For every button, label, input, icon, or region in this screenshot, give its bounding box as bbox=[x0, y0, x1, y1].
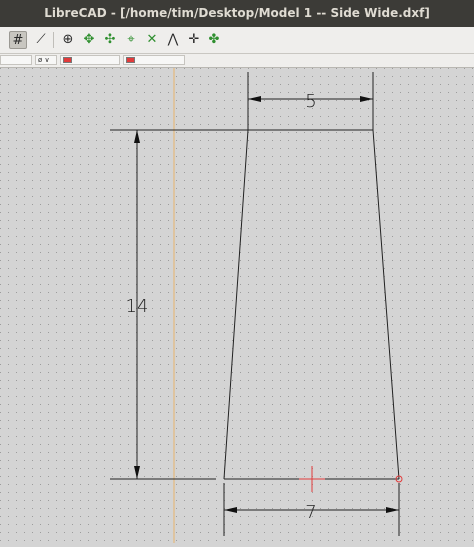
snap-free-icon[interactable]: ⟋ bbox=[32, 31, 50, 49]
snap-grid-icon[interactable]: ⊕ bbox=[59, 31, 77, 49]
line-width-select[interactable]: ø ∨ bbox=[35, 55, 57, 65]
layer-field[interactable] bbox=[0, 55, 32, 65]
grid-toggle-icon[interactable]: # bbox=[9, 31, 27, 49]
height-dimension-label[interactable]: 14 bbox=[126, 296, 149, 317]
color-swatch-icon bbox=[63, 57, 72, 63]
color-select-2[interactable] bbox=[123, 55, 185, 65]
snap-on-entity-icon[interactable]: ✣ bbox=[101, 31, 119, 49]
color-select-1[interactable] bbox=[60, 55, 120, 65]
snap-middle-icon[interactable]: ✕ bbox=[143, 31, 161, 49]
snap-center-icon[interactable]: ⌖ bbox=[122, 31, 140, 49]
snap-toolbar: # ⟋ ⊕ ✥ ✣ ⌖ ✕ ⋀ ✛ ✤ bbox=[0, 27, 474, 54]
restrict-icon[interactable]: ✤ bbox=[205, 31, 223, 49]
bottom-dimension-label[interactable]: 7 bbox=[305, 502, 316, 523]
drawing-canvas[interactable]: 5 14 7 bbox=[0, 68, 474, 543]
snap-intersection-icon[interactable]: ✛ bbox=[185, 31, 203, 49]
snap-distance-icon[interactable]: ⋀ bbox=[164, 31, 182, 49]
color-swatch-icon bbox=[126, 57, 135, 63]
toolbar-separator bbox=[53, 32, 54, 48]
window-title: LibreCAD - [/home/tim/Desktop/Model 1 --… bbox=[0, 0, 474, 27]
pen-toolbar: ø ∨ bbox=[0, 54, 474, 68]
snap-endpoint-icon[interactable]: ✥ bbox=[80, 31, 98, 49]
grid-dots bbox=[0, 68, 474, 543]
drawing-svg: 5 14 7 bbox=[0, 68, 474, 543]
top-dimension-label[interactable]: 5 bbox=[305, 91, 316, 112]
